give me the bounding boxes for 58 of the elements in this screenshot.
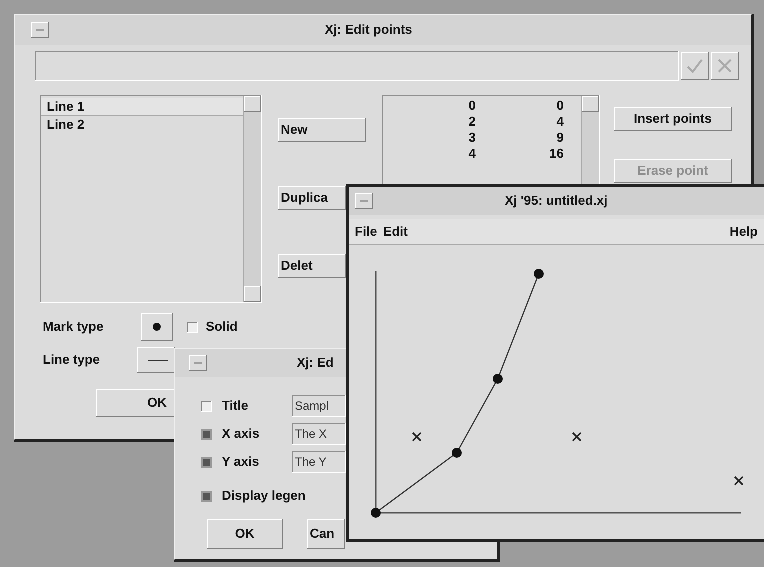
y-value: 4 bbox=[556, 114, 564, 130]
option-label: Y axis bbox=[222, 453, 260, 472]
y-value: 9 bbox=[556, 130, 564, 146]
y-value: 0 bbox=[556, 98, 564, 114]
cross-marker bbox=[572, 432, 582, 442]
x-value: 0 bbox=[468, 98, 476, 114]
scrollbar[interactable] bbox=[581, 96, 599, 184]
window-menu-button[interactable] bbox=[31, 22, 49, 38]
dot-icon bbox=[153, 323, 161, 331]
ok-button[interactable]: OK bbox=[96, 389, 176, 417]
x-value: 3 bbox=[468, 130, 476, 146]
list-item[interactable]: Line 2 bbox=[41, 116, 243, 134]
dialog-button[interactable]: Can bbox=[307, 519, 345, 549]
checkbox[interactable] bbox=[201, 428, 212, 440]
input-field[interactable]: The X bbox=[292, 423, 346, 445]
list-item[interactable]: Line 1 bbox=[41, 98, 243, 116]
data-point bbox=[534, 269, 544, 279]
checkbox[interactable] bbox=[201, 456, 212, 468]
cancel-button[interactable] bbox=[711, 52, 739, 80]
window-menu-button[interactable] bbox=[355, 193, 373, 209]
menu-item[interactable]: File bbox=[355, 222, 378, 242]
y-value: 16 bbox=[548, 146, 564, 162]
point-button[interactable]: Insert points bbox=[614, 107, 732, 131]
window-title: Xj: Ed bbox=[297, 354, 334, 372]
option-label: Display legen bbox=[222, 487, 306, 506]
solid-label: Solid bbox=[206, 318, 238, 336]
mark-type-label: Mark type bbox=[43, 318, 105, 336]
input-field[interactable]: Sampl bbox=[292, 395, 346, 417]
window-title: Xj: Edit points bbox=[325, 21, 412, 40]
option-label: Title bbox=[222, 397, 250, 416]
x-value: 2 bbox=[468, 114, 476, 130]
cross-marker bbox=[734, 476, 744, 486]
scrollbar[interactable] bbox=[243, 96, 261, 302]
input-field[interactable] bbox=[35, 51, 679, 81]
input-field[interactable]: The Y bbox=[292, 451, 346, 473]
mark-type-button[interactable] bbox=[141, 313, 173, 341]
dialog-button[interactable]: OK bbox=[207, 519, 283, 549]
data-point bbox=[452, 448, 462, 458]
window-title: Xj '95: untitled.xj bbox=[505, 192, 608, 210]
option-label: X axis bbox=[222, 425, 261, 444]
menu-item[interactable]: Edit bbox=[383, 222, 408, 242]
data-point bbox=[493, 374, 503, 384]
checkbox[interactable] bbox=[187, 322, 198, 332]
x-value: 4 bbox=[468, 146, 476, 162]
line-type-label: Line type bbox=[43, 351, 102, 370]
checkbox[interactable] bbox=[201, 400, 212, 412]
check-icon bbox=[686, 58, 704, 74]
action-button[interactable]: Duplica bbox=[278, 186, 346, 210]
action-button[interactable]: New bbox=[278, 118, 366, 142]
checkbox[interactable] bbox=[201, 490, 212, 502]
data-point bbox=[371, 508, 381, 518]
close-icon bbox=[717, 58, 733, 74]
cross-marker bbox=[412, 432, 422, 442]
action-button[interactable]: Delet bbox=[278, 254, 346, 278]
confirm-button[interactable] bbox=[681, 52, 709, 80]
window-menu-button[interactable] bbox=[189, 355, 207, 371]
menu-item[interactable]: Help bbox=[730, 222, 758, 242]
line-type-button[interactable] bbox=[137, 347, 175, 373]
